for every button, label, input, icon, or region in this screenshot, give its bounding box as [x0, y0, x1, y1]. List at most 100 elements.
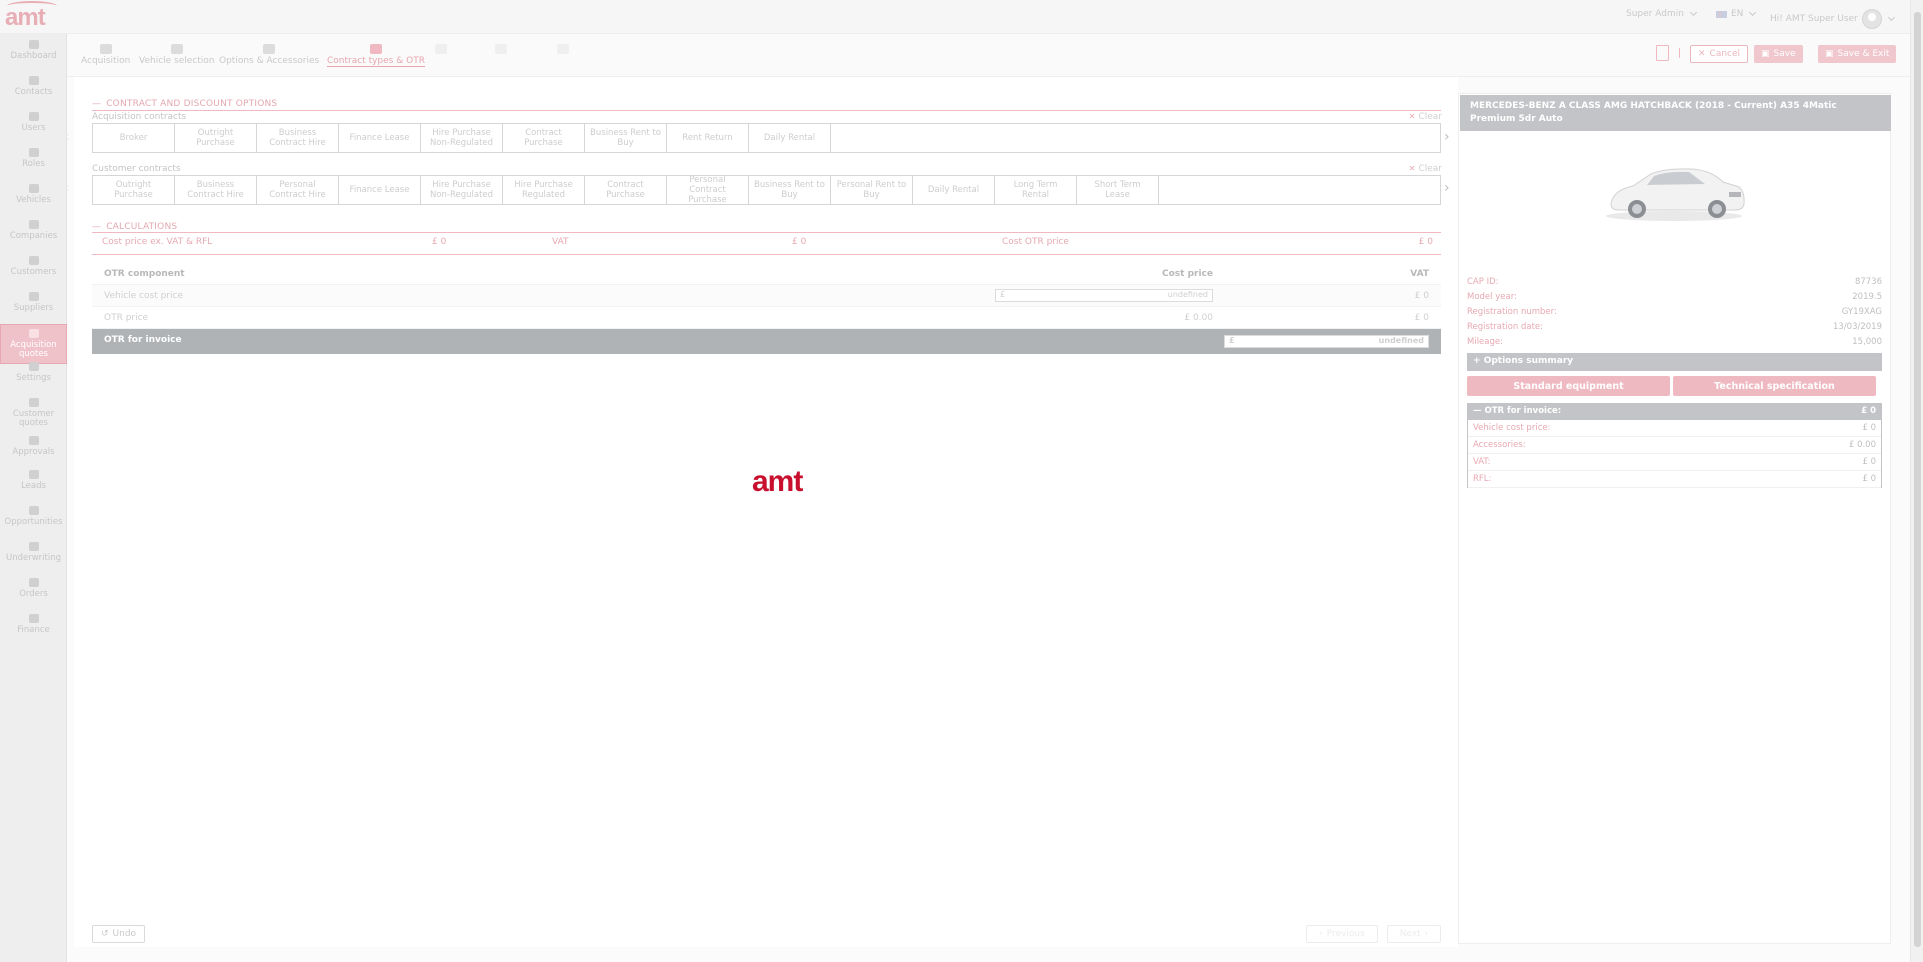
sidebar-item-label: Underwriting	[5, 553, 61, 563]
wizard-step-1[interactable]: Acquisition	[81, 44, 130, 66]
chevron-left-icon[interactable]: ‹	[64, 180, 70, 196]
scrollbar[interactable]	[1910, 0, 1923, 962]
main-content: CONTRACT AND DISCOUNT OPTIONS Acquisitio…	[64, 77, 1458, 947]
wizard-steps: Acquisition Vehicle selection Options & Ac…	[67, 34, 1910, 77]
language-dropdown[interactable]: EN	[1716, 8, 1757, 19]
standard-equipment-button[interactable]: Standard equipment	[1467, 376, 1670, 396]
next-button[interactable]: Next ›	[1387, 925, 1441, 943]
chevron-left-icon[interactable]: ‹	[64, 129, 70, 145]
clear-customer-link[interactable]: Clear	[1409, 164, 1442, 174]
contract-option[interactable]: Business Contract Hire	[257, 124, 339, 152]
contract-option[interactable]: Outright Purchase	[175, 124, 257, 152]
divider	[92, 110, 1441, 111]
otr-summary-value: £ 0	[1862, 423, 1876, 433]
contract-option[interactable]: Personal Contract Purchase	[667, 176, 749, 204]
cancel-button[interactable]: ✕ Cancel	[1690, 45, 1749, 63]
undo-button[interactable]: ↺ Undo	[92, 925, 146, 943]
loading-logo: amt	[752, 465, 803, 498]
contract-option[interactable]: Short Term Lease	[1077, 176, 1159, 204]
step-label: Vehicle selection	[139, 56, 215, 66]
contract-option[interactable]: Broker	[93, 124, 175, 152]
otr-table: OTR component Cost price VAT Vehicle cos…	[92, 263, 1441, 354]
contract-option[interactable]: Contract Purchase	[585, 176, 667, 204]
contract-option[interactable]: Finance Lease	[339, 176, 421, 204]
step-icon	[263, 44, 276, 54]
scrollbar-thumb[interactable]	[1914, 12, 1921, 947]
divider	[1679, 48, 1680, 58]
sidebar-item-customer-quotes[interactable]: Customer quotes	[0, 394, 67, 436]
clear-acquisition-link[interactable]: Clear	[1409, 112, 1442, 122]
document-icon[interactable]	[1656, 45, 1669, 61]
contract-option[interactable]: Long Term Rental	[995, 176, 1077, 204]
customers-icon	[28, 256, 39, 265]
sidebar-item-label: Companies	[9, 231, 58, 241]
chevron-right-icon[interactable]: ›	[1444, 129, 1450, 145]
contract-option[interactable]: Personal Rent to Buy	[831, 176, 913, 204]
contract-option[interactable]: Business Contract Hire	[175, 176, 257, 204]
contract-option[interactable]: Contract Purchase	[503, 124, 585, 152]
spec-value: 87736	[1854, 277, 1882, 287]
sidebar-item-label: Approvals	[12, 447, 55, 457]
user-menu[interactable]: Hi! AMT Super User	[1770, 9, 1895, 29]
contract-option[interactable]: Daily Rental	[749, 124, 831, 152]
contract-option[interactable]: Finance Lease	[339, 124, 421, 152]
user-icon	[28, 112, 39, 121]
vehicle-panel: MERCEDES-BENZ A CLASS AMG HATCHBACK (201…	[1458, 93, 1891, 944]
customer-contracts-label: Customer contracts	[92, 164, 181, 174]
step-icon	[369, 44, 382, 54]
step-icon	[435, 44, 447, 54]
cost-price-value: £ 0	[432, 237, 447, 247]
chevron-right-icon[interactable]: ›	[1444, 180, 1450, 196]
save-button[interactable]: ▣ Save	[1754, 45, 1803, 63]
contract-option[interactable]: Daily Rental	[913, 176, 995, 204]
spec-label: Mileage:	[1467, 337, 1503, 347]
sidebar-item-label: Vehicles	[16, 195, 51, 205]
step-icon	[557, 44, 569, 54]
acquisition-contracts-label: Acquisition contracts	[92, 112, 187, 122]
acquisition-contracts-row: Broker Outright Purchase Business Contract…	[92, 123, 1441, 153]
wizard-step-4[interactable]: Contract types & OTR	[327, 44, 425, 67]
chevron-down-icon	[1689, 8, 1697, 17]
otr-summary-value: £ 0	[1862, 474, 1876, 484]
contract-section-title: CONTRACT AND DISCOUNT OPTIONS	[92, 99, 277, 109]
amt-logo[interactable]: amt	[5, 1, 57, 32]
contract-option[interactable]: Personal Contract Hire	[257, 176, 339, 204]
step-label: Acquisition	[81, 56, 131, 66]
spec-label: Registration date:	[1467, 322, 1543, 332]
table-row: Vehicle cost price £ undefined £ 0	[92, 285, 1441, 307]
spec-value: 13/03/2019	[1833, 322, 1882, 332]
previous-button[interactable]: ‹ Previous	[1306, 925, 1378, 943]
vehicle-cost-input[interactable]: £ undefined	[995, 289, 1213, 302]
otr-invoice-input[interactable]: £ undefined	[1224, 335, 1429, 348]
options-summary-toggle[interactable]: + Options summary	[1467, 353, 1882, 371]
vat-cell: £ 0	[1414, 291, 1429, 301]
pound-icon	[28, 614, 39, 623]
sidebar-item-label: Leads	[21, 481, 46, 491]
contract-option[interactable]: Outright Purchase	[93, 176, 175, 204]
otr-summary-label: VAT:	[1473, 457, 1491, 467]
column-header: Cost price	[1162, 269, 1213, 279]
otr-summary-header[interactable]: — OTR for invoice: £ 0	[1468, 404, 1881, 420]
row-label: OTR for invoice	[104, 335, 182, 345]
role-dropdown[interactable]: Super Admin	[1626, 8, 1697, 19]
avatar	[1861, 9, 1882, 29]
chevron-right-icon: ›	[1424, 929, 1429, 939]
contract-option[interactable]: Hire Purchase Non-Regulated	[421, 176, 503, 204]
contract-option[interactable]: Hire Purchase Regulated	[503, 176, 585, 204]
roles-icon	[28, 148, 39, 157]
calculations-summary: Cost price ex. VAT & RFL £ 0 VAT £ 0 Cos…	[92, 234, 1441, 250]
undo-icon: ↺	[101, 929, 109, 939]
close-icon: ✕	[1698, 49, 1706, 59]
row-label: Vehicle cost price	[104, 291, 183, 301]
contract-option[interactable]: Business Rent to Buy	[585, 124, 667, 152]
technical-specification-button[interactable]: Technical specification	[1673, 376, 1876, 396]
wizard-step-3[interactable]: Options & Accessories	[219, 44, 319, 66]
save-exit-button[interactable]: ▣ Save & Exit	[1818, 45, 1897, 63]
wizard-step-2[interactable]: Vehicle selection	[139, 44, 215, 66]
contract-option[interactable]: Business Rent to Buy	[749, 176, 831, 204]
cart-icon	[28, 578, 39, 587]
sidebar-item-finance[interactable]: Finance	[0, 610, 67, 652]
contract-option[interactable]: Hire Purchase Non-Regulated	[421, 124, 503, 152]
table-row: OTR price £ 0.00 £ 0	[92, 307, 1441, 329]
contract-option[interactable]: Rent Return	[667, 124, 749, 152]
